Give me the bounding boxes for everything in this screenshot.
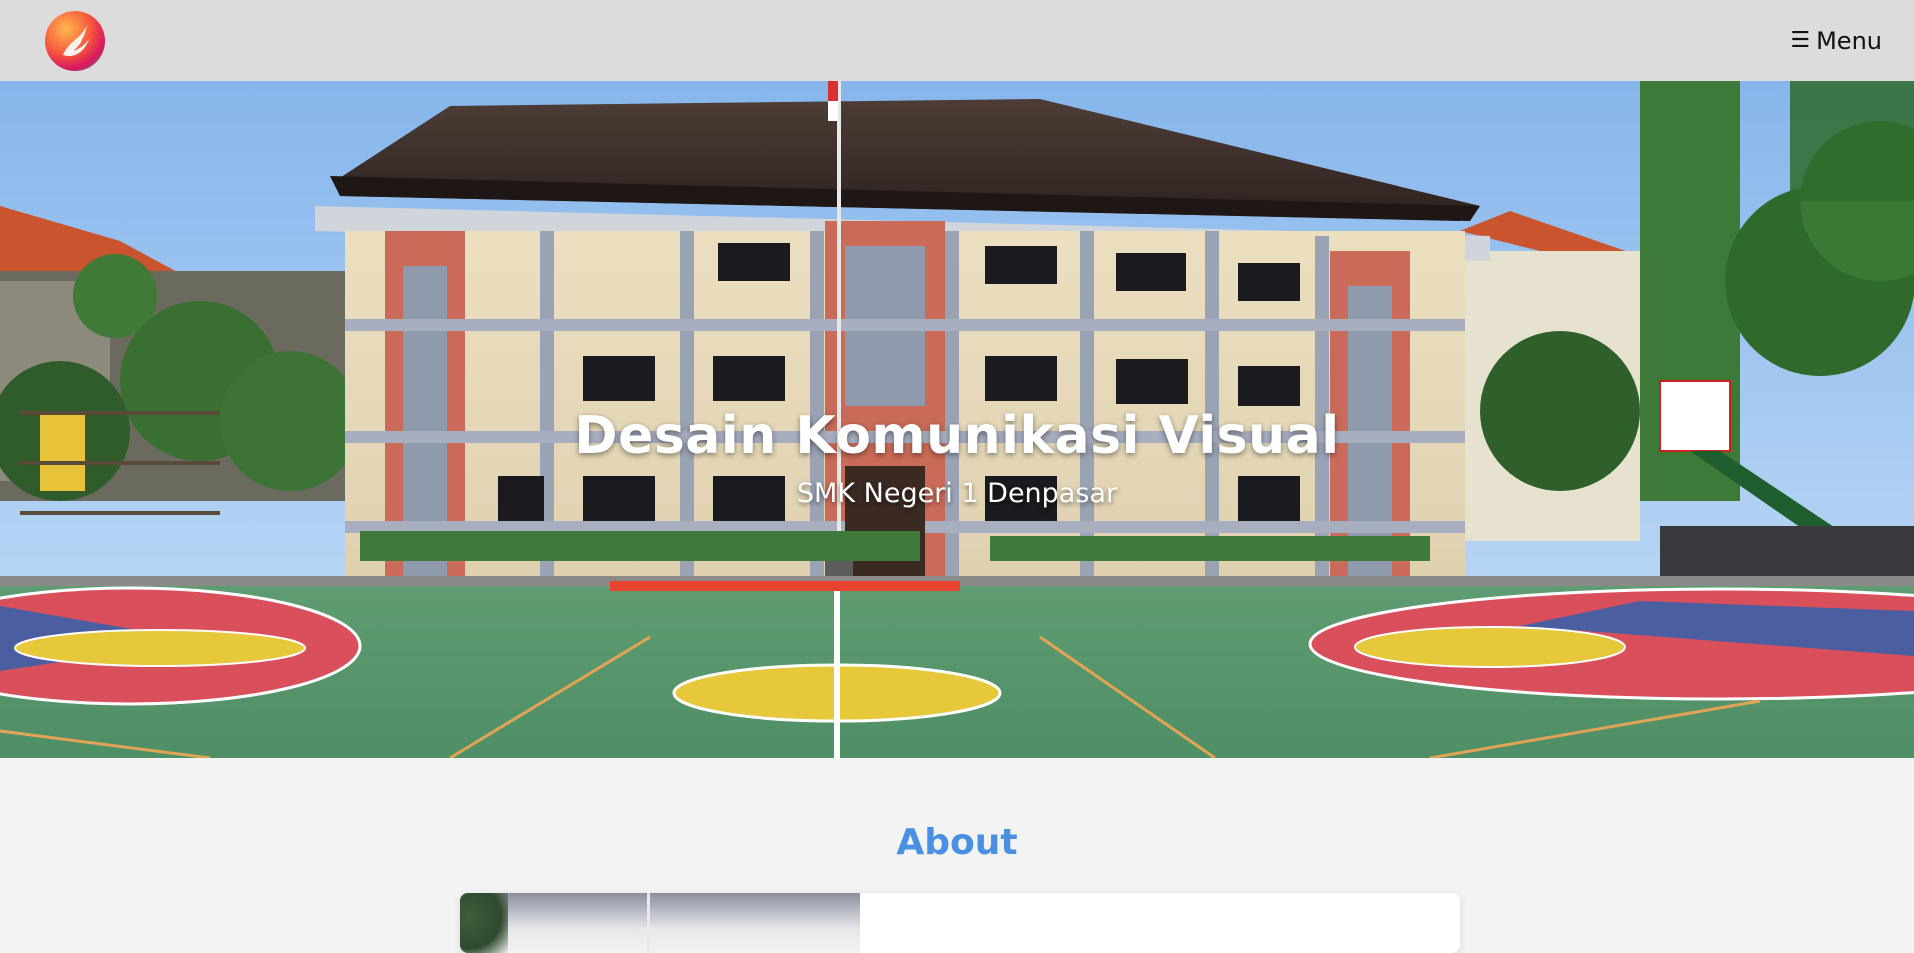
- hero-banner: Desain Komunikasi Visual SMK Negeri 1 De…: [0, 81, 1914, 758]
- phoenix-logo-icon[interactable]: [45, 11, 105, 71]
- about-card-image: [460, 893, 860, 953]
- hero-title: Desain Komunikasi Visual: [574, 406, 1340, 466]
- site-header: ☰ Menu: [0, 0, 1914, 81]
- hamburger-icon: ☰: [1790, 28, 1811, 53]
- about-card: [460, 893, 1460, 953]
- flag-pole-graphic: [647, 893, 650, 953]
- menu-button[interactable]: ☰ Menu: [1790, 24, 1882, 58]
- about-heading: About: [896, 822, 1018, 863]
- tree-graphic: [460, 893, 508, 953]
- hero-subtitle: SMK Negeri 1 Denpasar: [796, 478, 1118, 509]
- menu-label: Menu: [1816, 27, 1882, 55]
